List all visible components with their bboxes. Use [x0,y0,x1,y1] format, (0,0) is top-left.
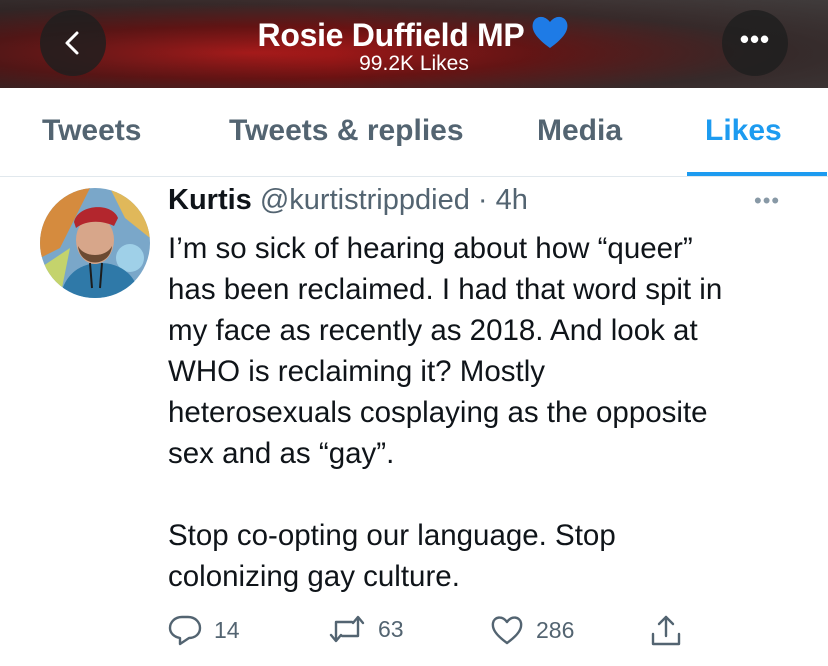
tweet-text: I’m so sick of hearing about how “queer”… [168,232,723,593]
likes-count: 99.2K Likes [359,52,469,75]
retweet-button[interactable]: 63 [328,614,404,644]
tab-tweets[interactable]: Tweets [42,114,141,148]
profile-tabs: Tweets Tweets & replies Media Likes [0,88,828,177]
tab-likes[interactable]: Likes [705,114,782,148]
profile-header: Rosie Duffield MP 99.2K Likes ••• [0,0,828,88]
avatar[interactable] [40,188,150,298]
tab-tweets-and-replies[interactable]: Tweets & replies [229,114,464,148]
retweet-count: 63 [378,615,404,642]
tab-media[interactable]: Media [537,114,622,148]
profile-title: Rosie Duffield MP [0,14,828,54]
tweet-author-handle[interactable]: @kurtistrippdied [260,184,470,216]
blue-heart-icon [533,16,568,48]
reply-count: 14 [214,616,240,643]
reply-button[interactable]: 14 [168,614,240,646]
retweet-icon [329,615,365,643]
tweet-header: Kurtis @kurtistrippdied · 4h [168,184,528,217]
share-button[interactable] [650,614,682,648]
tweet-more-icon[interactable]: ••• [754,188,780,214]
tweet-timestamp[interactable]: 4h [496,184,528,216]
heart-icon [491,616,523,645]
reply-icon [168,615,202,646]
more-options-button[interactable]: ••• [722,10,788,76]
like-count: 286 [536,616,575,643]
tweet-author-name[interactable]: Kurtis [168,184,252,216]
like-button[interactable]: 286 [490,614,574,646]
active-tab-indicator [687,172,827,176]
profile-name: Rosie Duffield MP [257,17,525,53]
more-horizontal-icon: ••• [739,24,771,54]
tweet-separator: · [477,184,488,216]
share-icon [651,615,681,646]
